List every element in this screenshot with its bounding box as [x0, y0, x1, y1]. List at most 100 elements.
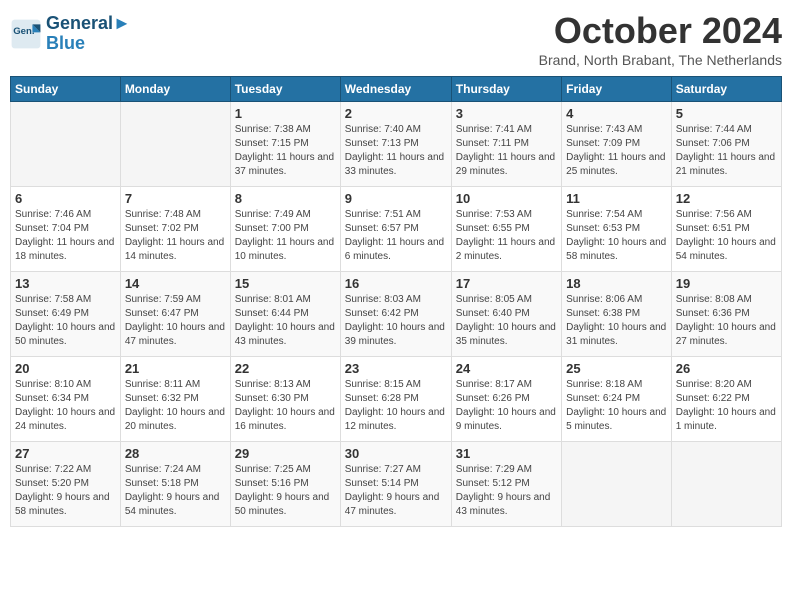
week-row-4: 20Sunrise: 8:10 AMSunset: 6:34 PMDayligh… — [11, 357, 782, 442]
day-info: Sunrise: 7:48 AMSunset: 7:02 PMDaylight:… — [125, 208, 226, 264]
day-info: Sunrise: 7:27 AMSunset: 5:14 PMDaylight:… — [345, 463, 447, 519]
calendar-cell: 11 Sunrise: 7:54 AMSunset: 6:53 PMDayligh… — [562, 187, 672, 272]
day-info: Sunrise: 7:53 AMSunset: 6:55 PMDaylight:… — [456, 208, 557, 264]
calendar-cell: 4 Sunrise: 7:43 AMSunset: 7:09 PMDaylight… — [562, 102, 672, 187]
calendar-cell: 25 Sunrise: 8:18 AMSunset: 6:24 PMDayligh… — [562, 357, 672, 442]
day-number: 30 — [345, 446, 447, 461]
logo-icon: Gen. — [10, 18, 42, 50]
day-info: Sunrise: 8:08 AMSunset: 6:36 PMDaylight:… — [676, 293, 777, 349]
day-info: Sunrise: 7:25 AMSunset: 5:16 PMDaylight:… — [235, 463, 336, 519]
calendar-cell: 8 Sunrise: 7:49 AMSunset: 7:00 PMDaylight… — [230, 187, 340, 272]
day-number: 17 — [456, 276, 557, 291]
day-info: Sunrise: 8:11 AMSunset: 6:32 PMDaylight:… — [125, 378, 226, 434]
calendar-cell — [562, 442, 672, 527]
calendar-cell: 30 Sunrise: 7:27 AMSunset: 5:14 PMDayligh… — [340, 442, 451, 527]
day-number: 29 — [235, 446, 336, 461]
day-number: 23 — [345, 361, 447, 376]
day-info: Sunrise: 8:18 AMSunset: 6:24 PMDaylight:… — [566, 378, 667, 434]
calendar-cell — [671, 442, 781, 527]
calendar-cell: 21 Sunrise: 8:11 AMSunset: 6:32 PMDayligh… — [120, 357, 230, 442]
calendar-cell: 9 Sunrise: 7:51 AMSunset: 6:57 PMDaylight… — [340, 187, 451, 272]
day-info: Sunrise: 7:44 AMSunset: 7:06 PMDaylight:… — [676, 123, 777, 179]
weekday-header-thursday: Thursday — [451, 77, 561, 102]
day-number: 28 — [125, 446, 226, 461]
weekday-header-sunday: Sunday — [11, 77, 121, 102]
weekday-header-wednesday: Wednesday — [340, 77, 451, 102]
day-number: 16 — [345, 276, 447, 291]
day-info: Sunrise: 8:20 AMSunset: 6:22 PMDaylight:… — [676, 378, 777, 434]
day-number: 7 — [125, 191, 226, 206]
calendar-cell: 2 Sunrise: 7:40 AMSunset: 7:13 PMDaylight… — [340, 102, 451, 187]
day-number: 4 — [566, 106, 667, 121]
calendar-cell: 16 Sunrise: 8:03 AMSunset: 6:42 PMDayligh… — [340, 272, 451, 357]
day-number: 24 — [456, 361, 557, 376]
day-info: Sunrise: 8:17 AMSunset: 6:26 PMDaylight:… — [456, 378, 557, 434]
calendar-cell: 31Sunrise: 7:29 AMSunset: 5:12 PMDayligh… — [451, 442, 561, 527]
day-number: 3 — [456, 106, 557, 121]
day-number: 11 — [566, 191, 667, 206]
day-info: Sunrise: 7:49 AMSunset: 7:00 PMDaylight:… — [235, 208, 336, 264]
calendar-cell: 13 Sunrise: 7:58 AMSunset: 6:49 PMDayligh… — [11, 272, 121, 357]
location: Brand, North Brabant, The Netherlands — [539, 52, 782, 68]
calendar-table: SundayMondayTuesdayWednesdayThursdayFrid… — [10, 76, 782, 527]
day-number: 26 — [676, 361, 777, 376]
day-info: Sunrise: 7:29 AMSunset: 5:12 PMDaylight:… — [456, 463, 557, 519]
day-info: Sunrise: 7:24 AMSunset: 5:18 PMDaylight:… — [125, 463, 226, 519]
day-number: 14 — [125, 276, 226, 291]
weekday-header-saturday: Saturday — [671, 77, 781, 102]
day-info: Sunrise: 7:38 AMSunset: 7:15 PMDaylight:… — [235, 123, 336, 179]
day-info: Sunrise: 8:06 AMSunset: 6:38 PMDaylight:… — [566, 293, 667, 349]
calendar-cell: 22Sunrise: 8:13 AMSunset: 6:30 PMDayligh… — [230, 357, 340, 442]
weekday-header-row: SundayMondayTuesdayWednesdayThursdayFrid… — [11, 77, 782, 102]
week-row-1: 1 Sunrise: 7:38 AMSunset: 7:15 PMDaylight… — [11, 102, 782, 187]
day-number: 6 — [15, 191, 116, 206]
day-info: Sunrise: 7:58 AMSunset: 6:49 PMDaylight:… — [15, 293, 116, 349]
page-header: Gen. General► Blue October 2024 Brand, N… — [10, 10, 782, 68]
day-number: 25 — [566, 361, 667, 376]
calendar-cell: 10 Sunrise: 7:53 AMSunset: 6:55 PMDayligh… — [451, 187, 561, 272]
calendar-cell: 6 Sunrise: 7:46 AMSunset: 7:04 PMDaylight… — [11, 187, 121, 272]
day-number: 8 — [235, 191, 336, 206]
calendar-cell: 18Sunrise: 8:06 AMSunset: 6:38 PMDayligh… — [562, 272, 672, 357]
calendar-cell: 14 Sunrise: 7:59 AMSunset: 6:47 PMDayligh… — [120, 272, 230, 357]
week-row-2: 6 Sunrise: 7:46 AMSunset: 7:04 PMDaylight… — [11, 187, 782, 272]
day-number: 1 — [235, 106, 336, 121]
calendar-cell: 20Sunrise: 8:10 AMSunset: 6:34 PMDayligh… — [11, 357, 121, 442]
day-info: Sunrise: 7:46 AMSunset: 7:04 PMDaylight:… — [15, 208, 116, 264]
day-info: Sunrise: 7:40 AMSunset: 7:13 PMDaylight:… — [345, 123, 447, 179]
weekday-header-tuesday: Tuesday — [230, 77, 340, 102]
day-number: 12 — [676, 191, 777, 206]
month-title: October 2024 — [539, 10, 782, 52]
calendar-cell: 24 Sunrise: 8:17 AMSunset: 6:26 PMDayligh… — [451, 357, 561, 442]
calendar-cell: 26 Sunrise: 8:20 AMSunset: 6:22 PMDayligh… — [671, 357, 781, 442]
day-info: Sunrise: 7:54 AMSunset: 6:53 PMDaylight:… — [566, 208, 667, 264]
calendar-cell: 1 Sunrise: 7:38 AMSunset: 7:15 PMDaylight… — [230, 102, 340, 187]
day-number: 9 — [345, 191, 447, 206]
logo-text: General► Blue — [46, 14, 131, 54]
day-number: 2 — [345, 106, 447, 121]
day-info: Sunrise: 7:56 AMSunset: 6:51 PMDaylight:… — [676, 208, 777, 264]
day-info: Sunrise: 7:41 AMSunset: 7:11 PMDaylight:… — [456, 123, 557, 179]
day-info: Sunrise: 8:05 AMSunset: 6:40 PMDaylight:… — [456, 293, 557, 349]
calendar-cell: 23 Sunrise: 8:15 AMSunset: 6:28 PMDayligh… — [340, 357, 451, 442]
day-number: 10 — [456, 191, 557, 206]
day-number: 13 — [15, 276, 116, 291]
week-row-5: 27Sunrise: 7:22 AMSunset: 5:20 PMDayligh… — [11, 442, 782, 527]
calendar-cell: 19Sunrise: 8:08 AMSunset: 6:36 PMDayligh… — [671, 272, 781, 357]
weekday-header-friday: Friday — [562, 77, 672, 102]
day-info: Sunrise: 8:13 AMSunset: 6:30 PMDaylight:… — [235, 378, 336, 434]
day-info: Sunrise: 7:51 AMSunset: 6:57 PMDaylight:… — [345, 208, 447, 264]
day-info: Sunrise: 8:01 AMSunset: 6:44 PMDaylight:… — [235, 293, 336, 349]
day-info: Sunrise: 7:43 AMSunset: 7:09 PMDaylight:… — [566, 123, 667, 179]
calendar-cell: 29 Sunrise: 7:25 AMSunset: 5:16 PMDayligh… — [230, 442, 340, 527]
weekday-header-monday: Monday — [120, 77, 230, 102]
day-number: 15 — [235, 276, 336, 291]
day-number: 21 — [125, 361, 226, 376]
logo: Gen. General► Blue — [10, 14, 131, 54]
svg-text:Gen.: Gen. — [13, 26, 34, 37]
day-info: Sunrise: 8:15 AMSunset: 6:28 PMDaylight:… — [345, 378, 447, 434]
calendar-cell: 15 Sunrise: 8:01 AMSunset: 6:44 PMDayligh… — [230, 272, 340, 357]
day-info: Sunrise: 7:59 AMSunset: 6:47 PMDaylight:… — [125, 293, 226, 349]
day-info: Sunrise: 8:03 AMSunset: 6:42 PMDaylight:… — [345, 293, 447, 349]
calendar-cell: 17 Sunrise: 8:05 AMSunset: 6:40 PMDayligh… — [451, 272, 561, 357]
